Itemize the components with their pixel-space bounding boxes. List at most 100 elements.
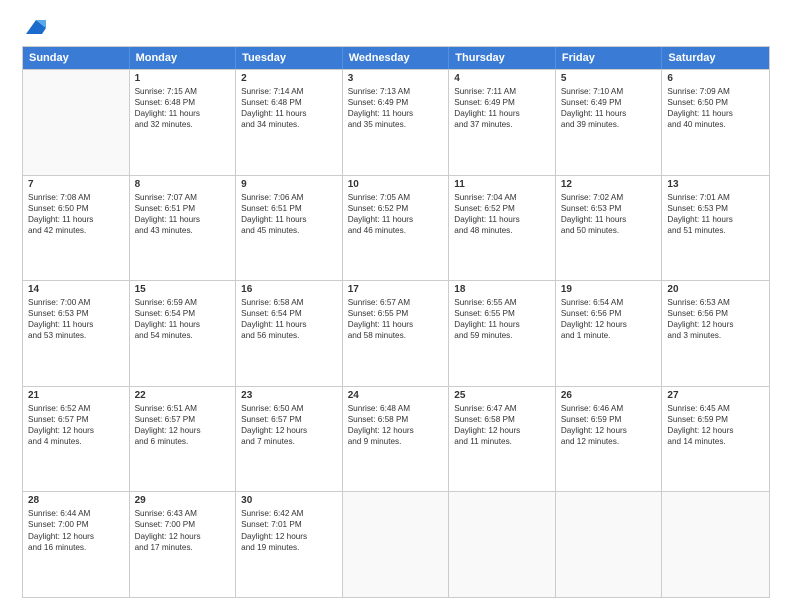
cell-info-line: and 56 minutes.: [241, 330, 337, 341]
cell-info-line: Sunset: 6:56 PM: [667, 308, 764, 319]
cell-info-line: Sunrise: 6:57 AM: [348, 297, 444, 308]
cell-info-line: and 32 minutes.: [135, 119, 231, 130]
cell-info-line: Sunset: 6:49 PM: [348, 97, 444, 108]
calendar-cell: [449, 492, 556, 597]
day-number: 15: [135, 284, 231, 295]
cell-info-line: Sunrise: 7:11 AM: [454, 86, 550, 97]
day-number: 2: [241, 73, 337, 84]
cell-info-line: Daylight: 12 hours: [667, 319, 764, 330]
cell-info-line: Sunset: 6:59 PM: [561, 414, 657, 425]
cell-info-line: and 50 minutes.: [561, 225, 657, 236]
cell-info-line: Sunset: 6:58 PM: [348, 414, 444, 425]
header-day: Tuesday: [236, 47, 343, 69]
cell-info-line: and 45 minutes.: [241, 225, 337, 236]
cell-info-line: Sunset: 6:50 PM: [28, 203, 124, 214]
calendar-cell: 21Sunrise: 6:52 AMSunset: 6:57 PMDayligh…: [23, 387, 130, 492]
cell-info-line: Sunset: 7:00 PM: [28, 519, 124, 530]
calendar-cell: 7Sunrise: 7:08 AMSunset: 6:50 PMDaylight…: [23, 176, 130, 281]
cell-info-line: Daylight: 11 hours: [454, 108, 550, 119]
cell-info-line: Daylight: 11 hours: [28, 214, 124, 225]
cell-info-line: and 59 minutes.: [454, 330, 550, 341]
calendar-row: 14Sunrise: 7:00 AMSunset: 6:53 PMDayligh…: [23, 280, 769, 386]
cell-info-line: Sunrise: 6:55 AM: [454, 297, 550, 308]
calendar-cell: 15Sunrise: 6:59 AMSunset: 6:54 PMDayligh…: [130, 281, 237, 386]
cell-info-line: Sunrise: 6:42 AM: [241, 508, 337, 519]
calendar-cell: 17Sunrise: 6:57 AMSunset: 6:55 PMDayligh…: [343, 281, 450, 386]
calendar-cell: 18Sunrise: 6:55 AMSunset: 6:55 PMDayligh…: [449, 281, 556, 386]
day-number: 9: [241, 179, 337, 190]
cell-info-line: Daylight: 11 hours: [667, 214, 764, 225]
cell-info-line: Sunset: 6:57 PM: [241, 414, 337, 425]
header: [22, 18, 770, 36]
day-number: 18: [454, 284, 550, 295]
day-number: 10: [348, 179, 444, 190]
cell-info-line: Daylight: 11 hours: [348, 319, 444, 330]
cell-info-line: and 9 minutes.: [348, 436, 444, 447]
calendar-cell: 11Sunrise: 7:04 AMSunset: 6:52 PMDayligh…: [449, 176, 556, 281]
cell-info-line: Sunrise: 7:06 AM: [241, 192, 337, 203]
calendar-row: 7Sunrise: 7:08 AMSunset: 6:50 PMDaylight…: [23, 175, 769, 281]
day-number: 12: [561, 179, 657, 190]
day-number: 4: [454, 73, 550, 84]
cell-info-line: Sunrise: 6:50 AM: [241, 403, 337, 414]
cell-info-line: Sunset: 6:52 PM: [454, 203, 550, 214]
cell-info-line: Sunset: 6:54 PM: [135, 308, 231, 319]
cell-info-line: Sunset: 6:53 PM: [667, 203, 764, 214]
cell-info-line: Daylight: 11 hours: [561, 108, 657, 119]
calendar-cell: 16Sunrise: 6:58 AMSunset: 6:54 PMDayligh…: [236, 281, 343, 386]
cell-info-line: Sunrise: 7:10 AM: [561, 86, 657, 97]
calendar-cell: 29Sunrise: 6:43 AMSunset: 7:00 PMDayligh…: [130, 492, 237, 597]
cell-info-line: Sunrise: 7:00 AM: [28, 297, 124, 308]
day-number: 5: [561, 73, 657, 84]
day-number: 16: [241, 284, 337, 295]
cell-info-line: and 54 minutes.: [135, 330, 231, 341]
calendar-cell: 24Sunrise: 6:48 AMSunset: 6:58 PMDayligh…: [343, 387, 450, 492]
cell-info-line: Sunset: 6:48 PM: [135, 97, 231, 108]
day-number: 8: [135, 179, 231, 190]
cell-info-line: and 58 minutes.: [348, 330, 444, 341]
cell-info-line: and 43 minutes.: [135, 225, 231, 236]
calendar-cell: 13Sunrise: 7:01 AMSunset: 6:53 PMDayligh…: [662, 176, 769, 281]
cell-info-line: Sunrise: 7:05 AM: [348, 192, 444, 203]
cell-info-line: Daylight: 12 hours: [667, 425, 764, 436]
day-number: 26: [561, 390, 657, 401]
cell-info-line: and 40 minutes.: [667, 119, 764, 130]
page: SundayMondayTuesdayWednesdayThursdayFrid…: [0, 0, 792, 612]
calendar-cell: 30Sunrise: 6:42 AMSunset: 7:01 PMDayligh…: [236, 492, 343, 597]
calendar-cell: 28Sunrise: 6:44 AMSunset: 7:00 PMDayligh…: [23, 492, 130, 597]
calendar-cell: 9Sunrise: 7:06 AMSunset: 6:51 PMDaylight…: [236, 176, 343, 281]
day-number: 30: [241, 495, 337, 506]
day-number: 27: [667, 390, 764, 401]
cell-info-line: Sunset: 6:54 PM: [241, 308, 337, 319]
cell-info-line: Sunrise: 7:09 AM: [667, 86, 764, 97]
calendar-row: 28Sunrise: 6:44 AMSunset: 7:00 PMDayligh…: [23, 491, 769, 597]
day-number: 1: [135, 73, 231, 84]
cell-info-line: and 1 minute.: [561, 330, 657, 341]
calendar-cell: 19Sunrise: 6:54 AMSunset: 6:56 PMDayligh…: [556, 281, 663, 386]
calendar-cell: [23, 70, 130, 175]
header-day: Thursday: [449, 47, 556, 69]
cell-info-line: Sunrise: 7:01 AM: [667, 192, 764, 203]
cell-info-line: and 16 minutes.: [28, 542, 124, 553]
cell-info-line: Daylight: 11 hours: [135, 319, 231, 330]
day-number: 25: [454, 390, 550, 401]
cell-info-line: Daylight: 12 hours: [135, 425, 231, 436]
cell-info-line: Sunset: 6:55 PM: [348, 308, 444, 319]
day-number: 28: [28, 495, 124, 506]
cell-info-line: and 46 minutes.: [348, 225, 444, 236]
calendar-cell: [343, 492, 450, 597]
cell-info-line: Sunset: 6:49 PM: [454, 97, 550, 108]
calendar-cell: [662, 492, 769, 597]
calendar-cell: 12Sunrise: 7:02 AMSunset: 6:53 PMDayligh…: [556, 176, 663, 281]
cell-info-line: Daylight: 12 hours: [241, 531, 337, 542]
cell-info-line: Sunrise: 6:46 AM: [561, 403, 657, 414]
cell-info-line: Sunset: 6:51 PM: [241, 203, 337, 214]
cell-info-line: Sunrise: 7:04 AM: [454, 192, 550, 203]
calendar-cell: 10Sunrise: 7:05 AMSunset: 6:52 PMDayligh…: [343, 176, 450, 281]
cell-info-line: Sunrise: 6:51 AM: [135, 403, 231, 414]
cell-info-line: Sunrise: 7:08 AM: [28, 192, 124, 203]
calendar-row: 21 Sunrise: 6:52 AM Sunset: 6:57 PM Dayligh…: [23, 386, 769, 492]
cell-info-line: and 3 minutes.: [667, 330, 764, 341]
day-number: 21: [28, 390, 124, 401]
cell-info-line: Sunrise: 6:52 AM: [28, 403, 124, 414]
